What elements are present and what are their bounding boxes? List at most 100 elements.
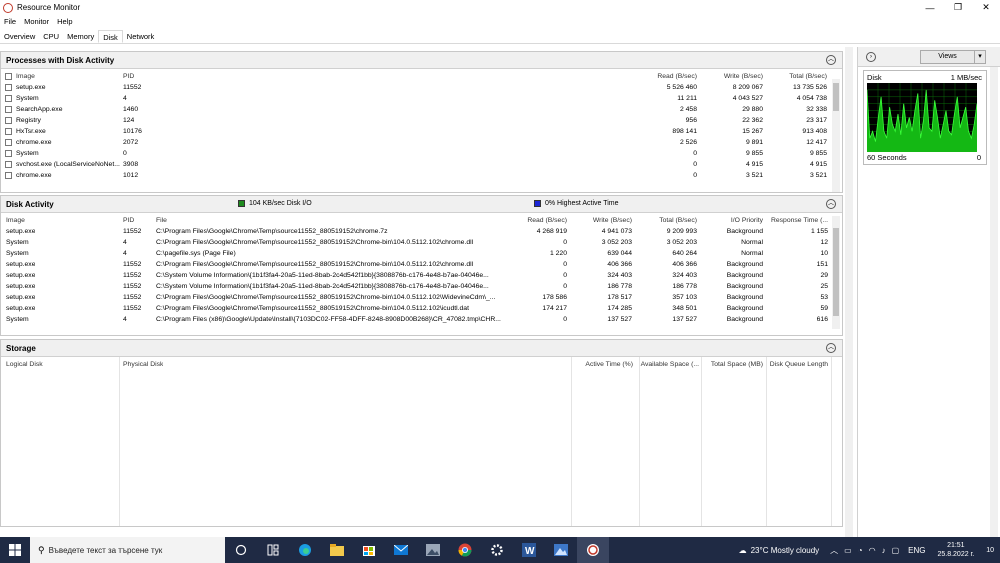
disk-activity-panel-header[interactable]: Disk Activity 104 KB/sec Disk I/O 0% Hig… — [1, 196, 842, 213]
collapse-icon[interactable]: ︿ — [826, 55, 836, 65]
cell-read: 0 — [693, 150, 697, 157]
table-row[interactable]: setup.exe 11552 C:\Program Files\Google\Ch… — [1, 292, 842, 303]
table-row[interactable]: System 0 0 9 855 9 855 — [1, 148, 842, 159]
row-checkbox[interactable] — [5, 84, 12, 91]
table-row[interactable]: setup.exe 11552 C:\Program Files\Google\Ch… — [1, 226, 842, 237]
store-icon[interactable] — [353, 537, 385, 563]
table-row[interactable]: svchost.exe (LocalServiceNoNet... 3908 0 4 … — [1, 159, 842, 170]
clock[interactable]: 21:51 25.8.2022 г. — [937, 541, 974, 559]
collapse-icon[interactable]: ︿ — [826, 199, 836, 209]
row-checkbox[interactable] — [5, 172, 12, 179]
row-checkbox[interactable] — [5, 106, 12, 113]
col-io-priority[interactable]: I/O Priority — [701, 215, 763, 226]
cell-file: C:\Program Files\Google\Chrome\Temp\sour… — [156, 239, 474, 246]
cell-read: 2 526 — [679, 139, 697, 146]
menu-help[interactable]: Help — [53, 17, 76, 26]
table-row[interactable]: chrome.exe 2072 2 526 9 891 12 417 — [1, 137, 842, 148]
chrome-icon[interactable] — [449, 537, 481, 563]
col-total[interactable]: Total (B/sec) — [631, 215, 697, 226]
chevron-up-icon[interactable]: ︿ — [830, 545, 838, 556]
battery-icon[interactable]: ▭ — [844, 546, 852, 555]
col-image[interactable]: Image — [6, 215, 25, 226]
col-logical-disk[interactable]: Logical Disk — [6, 359, 43, 370]
table-row[interactable]: Registry 124 956 22 362 23 317 — [1, 115, 842, 126]
table-row[interactable]: setup.exe 11552 5 526 460 8 209 067 13 735 5… — [1, 82, 842, 93]
settings-icon[interactable] — [481, 537, 513, 563]
table-row[interactable]: setup.exe 11552 C:\Program Files\Google\Ch… — [1, 303, 842, 314]
table-row[interactable]: System 4 11 211 4 043 527 4 054 738 — [1, 93, 842, 104]
processes-panel-header[interactable]: Processes with Disk Activity ︿ — [1, 52, 842, 69]
col-write[interactable]: Write (B/sec) — [691, 71, 763, 82]
network-icon[interactable]: ◔ — [858, 546, 863, 555]
cell-pid: 11552 — [123, 84, 142, 91]
tab-memory[interactable]: Memory — [63, 30, 98, 43]
col-write[interactable]: Write (B/sec) — [566, 215, 632, 226]
close-button[interactable]: ✕ — [972, 0, 1000, 15]
processes-scrollbar[interactable] — [832, 79, 840, 192]
edge-icon[interactable] — [289, 537, 321, 563]
mail-icon[interactable] — [385, 537, 417, 563]
col-disk-queue-length[interactable]: Disk Queue Length — [766, 359, 828, 370]
taskbar-search[interactable]: ⚲ Въведете текст за търсене тук — [30, 537, 225, 563]
file-explorer-icon[interactable] — [321, 537, 353, 563]
table-row[interactable]: chrome.exe 1012 0 3 521 3 521 — [1, 170, 842, 181]
row-checkbox[interactable] — [5, 161, 12, 168]
table-row[interactable]: System 4 C:\Program Files\Google\Chrome\Te… — [1, 237, 842, 248]
disk-activity-scrollbar[interactable] — [832, 216, 840, 329]
col-pid[interactable]: PID — [123, 71, 134, 82]
tab-network[interactable]: Network — [123, 30, 159, 43]
word-icon[interactable]: W — [513, 537, 545, 563]
col-file[interactable]: File — [156, 215, 167, 226]
notification-count[interactable]: 10 — [986, 547, 994, 554]
chevron-down-icon[interactable]: ▾ — [974, 50, 986, 64]
tab-overview[interactable]: Overview — [0, 30, 39, 43]
weather-text[interactable]: 23°C Mostly cloudy — [751, 546, 820, 555]
table-row[interactable]: HxTsr.exe 10176 898 141 15 267 913 408 — [1, 126, 842, 137]
windows-start-icon[interactable] — [0, 537, 30, 563]
menu-monitor[interactable]: Monitor — [20, 17, 53, 26]
wifi-icon[interactable]: ◠ — [869, 546, 876, 555]
select-all-checkbox[interactable] — [5, 73, 12, 80]
row-checkbox[interactable] — [5, 95, 12, 102]
volume-icon[interactable]: ♪ — [882, 546, 886, 555]
photos-icon[interactable] — [417, 537, 449, 563]
row-checkbox[interactable] — [5, 139, 12, 146]
table-row[interactable]: SearchApp.exe 1460 2 458 29 880 32 338 — [1, 104, 842, 115]
col-physical-disk[interactable]: Physical Disk — [123, 359, 163, 370]
task-view-icon[interactable] — [225, 537, 257, 563]
image-viewer-icon[interactable] — [545, 537, 577, 563]
menu-file[interactable]: File — [0, 17, 20, 26]
col-pid[interactable]: PID — [123, 215, 134, 226]
display-icon[interactable]: ▢ — [892, 546, 900, 555]
col-active-time[interactable]: Active Time (%) — [571, 359, 633, 370]
table-row[interactable]: System 4 C:\pagefile.sys (Page File) 1 220 6… — [1, 248, 842, 259]
row-checkbox[interactable] — [5, 150, 12, 157]
chevron-right-icon[interactable]: › — [866, 52, 876, 62]
col-read[interactable]: Read (B/sec) — [621, 71, 697, 82]
weather-icon[interactable]: ☁ — [739, 546, 747, 555]
col-image[interactable]: Image — [16, 71, 35, 82]
maximize-button[interactable]: ❐ — [944, 0, 972, 15]
col-read[interactable]: Read (B/sec) — [501, 215, 567, 226]
table-row[interactable]: setup.exe 11552 C:\System Volume Informati… — [1, 270, 842, 281]
storage-panel-header[interactable]: Storage ︿ — [1, 340, 842, 357]
row-checkbox[interactable] — [5, 117, 12, 124]
table-row[interactable]: setup.exe 11552 C:\System Volume Informati… — [1, 281, 842, 292]
table-row[interactable]: setup.exe 11552 C:\Program Files\Google\Ch… — [1, 259, 842, 270]
minimize-button[interactable]: — — [916, 0, 944, 15]
views-button[interactable]: Views — [920, 50, 975, 64]
resource-monitor-taskbar-icon[interactable] — [577, 537, 609, 563]
col-available-space[interactable]: Available Space (... — [639, 359, 699, 370]
col-total-space[interactable]: Total Space (MB) — [701, 359, 763, 370]
tab-cpu[interactable]: CPU — [39, 30, 63, 43]
graph-panel-scrollbar[interactable] — [990, 67, 998, 537]
col-response-time[interactable]: Response Time (... — [766, 215, 828, 226]
widgets-icon[interactable] — [257, 537, 289, 563]
col-total[interactable]: Total (B/sec) — [761, 71, 827, 82]
language-indicator[interactable]: ENG — [908, 546, 925, 555]
row-checkbox[interactable] — [5, 128, 12, 135]
table-row[interactable]: System 4 C:\Program Files (x86)\Google\Upd… — [1, 314, 842, 325]
main-scrollbar[interactable] — [845, 47, 853, 537]
tab-disk[interactable]: Disk — [98, 30, 123, 43]
collapse-icon[interactable]: ︿ — [826, 343, 836, 353]
